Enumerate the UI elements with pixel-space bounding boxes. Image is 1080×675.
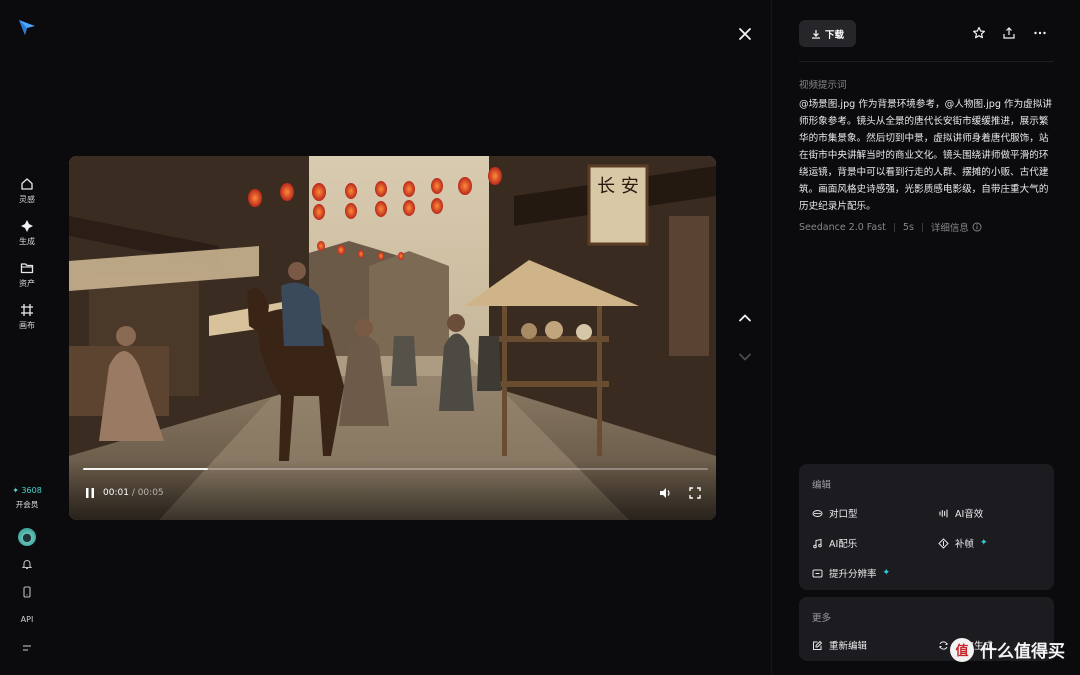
- edit-card: 编辑 对口型 AI音效 AI配乐 补帧 ✦ 提升分辨率 ✦: [799, 464, 1054, 590]
- model-name: Seedance 2.0 Fast: [799, 221, 886, 233]
- refresh-icon: [939, 640, 948, 650]
- tool-label: 提升分辨率: [829, 569, 877, 580]
- bell-icon: [21, 560, 33, 570]
- meta-separator: [893, 222, 895, 232]
- shop-sign-text: 长 安: [597, 176, 639, 197]
- sidebar-item-label: 资产: [19, 279, 35, 288]
- more-card-title: 更多: [812, 613, 832, 624]
- more-dots-icon: [1034, 31, 1046, 35]
- watermark: 值 什么值得买: [950, 637, 1065, 662]
- star-icon: [973, 26, 985, 39]
- pause-icon[interactable]: [83, 486, 97, 500]
- canvas-grid-icon: [21, 304, 33, 316]
- music-note-icon: [813, 538, 822, 548]
- download-icon: [811, 29, 820, 39]
- share-icon: [1003, 27, 1015, 39]
- tool-label: 重新编辑: [829, 641, 868, 652]
- duration: / 00:05: [131, 488, 164, 498]
- download-button[interactable]: 下载: [799, 20, 856, 47]
- premium-sparkle-icon: ✦: [882, 568, 891, 578]
- progress-bar[interactable]: [83, 468, 708, 470]
- vip-button[interactable]: 开会员: [0, 499, 54, 510]
- phone-icon: [23, 586, 31, 598]
- app-logo-icon[interactable]: [17, 17, 37, 37]
- frame-interpolation-button[interactable]: 补帧 ✦: [938, 536, 988, 550]
- progress-fill: [83, 468, 208, 470]
- edit-card-title: 编辑: [812, 480, 832, 491]
- info-icon: [972, 222, 982, 232]
- credits-widget[interactable]: ✦ 3608 开会员: [0, 486, 54, 510]
- watermark-logo: 值: [950, 637, 974, 662]
- tool-label: 对口型: [829, 509, 858, 520]
- prompt-title: 视频提示词: [799, 80, 847, 91]
- tool-label: 补帧: [955, 539, 975, 550]
- lip-sync-button[interactable]: 对口型: [812, 506, 858, 520]
- generation-meta: Seedance 2.0 Fast 5s 详细信息: [799, 220, 982, 234]
- sidebar-item-label: 灵感: [19, 195, 35, 204]
- tool-label: AI配乐: [829, 539, 858, 550]
- sidebar-item-assets[interactable]: 资产: [0, 261, 54, 289]
- sidebar-item-label: 画布: [19, 321, 35, 330]
- home-icon: [21, 178, 33, 190]
- panel-separator: [799, 61, 1054, 62]
- share-button[interactable]: [1000, 24, 1018, 42]
- re-edit-button[interactable]: 重新编辑: [812, 638, 867, 652]
- avatar[interactable]: [18, 528, 36, 546]
- details-label: 详细信息: [930, 223, 969, 234]
- frame-icon: [938, 537, 949, 549]
- volume-icon[interactable]: [658, 486, 672, 500]
- lips-icon: [812, 509, 823, 517]
- credits-amount: ✦ 3608: [12, 486, 42, 495]
- menu-button[interactable]: [19, 640, 35, 656]
- sparkle-icon: [21, 220, 33, 232]
- ai-music-button[interactable]: AI配乐: [812, 536, 857, 550]
- panel-divider: [771, 0, 772, 675]
- close-icon[interactable]: [735, 24, 755, 44]
- video-length: 5s: [902, 221, 914, 233]
- menu-icon: [23, 645, 31, 651]
- favorite-button[interactable]: [970, 24, 988, 42]
- edit-icon: [813, 640, 823, 650]
- details-link[interactable]: 详细信息: [931, 220, 982, 234]
- sidebar-item-canvas[interactable]: 画布: [0, 303, 54, 331]
- sidebar-item-generate[interactable]: 生成: [0, 219, 54, 247]
- hd-icon: [812, 569, 823, 577]
- premium-sparkle-icon: ✦: [980, 538, 988, 548]
- api-link[interactable]: API: [0, 615, 54, 624]
- sound-wave-icon: [939, 508, 948, 518]
- tool-label: AI音效: [955, 509, 984, 520]
- video-player[interactable]: 长 安 00:01 / 00:05: [69, 156, 716, 520]
- folder-icon: [20, 263, 34, 274]
- ai-sound-effect-button[interactable]: AI音效: [938, 506, 983, 520]
- download-label: 下载: [824, 29, 844, 41]
- sidebar-item-inspiration[interactable]: 灵感: [0, 177, 54, 205]
- upscale-button[interactable]: 提升分辨率 ✦: [812, 566, 890, 580]
- current-time: 00:01: [103, 488, 129, 498]
- chevron-up-icon[interactable]: [735, 308, 755, 328]
- fullscreen-icon[interactable]: [688, 486, 702, 500]
- chevron-down-icon[interactable]: [735, 347, 755, 367]
- notification-button[interactable]: [19, 556, 35, 572]
- sidebar-item-label: 生成: [19, 237, 35, 246]
- mobile-app-button[interactable]: [19, 584, 35, 600]
- more-button[interactable]: [1031, 24, 1049, 42]
- prompt-text: @场景图.jpg 作为背景环境参考，@人物图.jpg 作为虚拟讲师形象参考。镜头…: [799, 99, 1052, 212]
- meta-separator: [921, 222, 923, 232]
- left-rail: 灵感 生成 资产 画布 ✦ 3608 开会员 API: [0, 0, 54, 675]
- watermark-text: 什么值得买: [980, 642, 1065, 662]
- time-display: 00:01 / 00:05: [103, 488, 164, 498]
